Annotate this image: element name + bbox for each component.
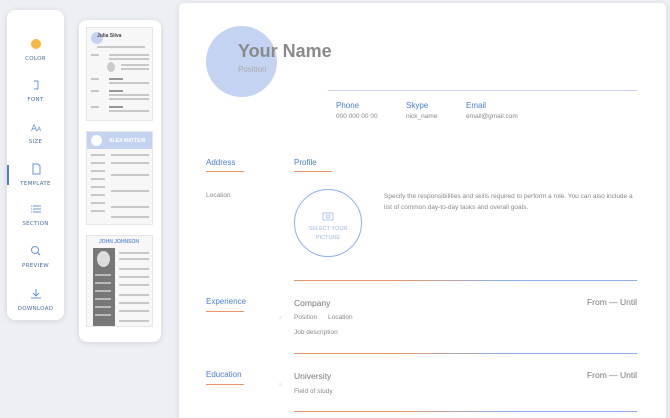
font-tool[interactable]: FONT [7,77,64,113]
size-tool-label: SIZE [28,139,43,145]
experience-underline [206,311,244,312]
resume-position[interactable]: Position [238,65,266,74]
template-tool[interactable]: TEMPLATE [7,161,64,197]
color-tool-label: COLOR [25,56,46,62]
template-thumbnail-john-johnson[interactable]: JOHN JOHNSON [86,235,153,327]
size-icon: AA [31,124,42,134]
preview-tool[interactable]: PREVIEW [7,243,64,279]
experience-position[interactable]: Position [294,314,317,321]
drag-handle[interactable] [279,383,282,386]
download-tool[interactable]: DOWNLOAD [7,286,64,322]
select-picture-line2: PICTURE [315,235,341,241]
download-icon [30,289,41,299]
experience-dates[interactable]: From — Until [587,297,637,307]
size-tool[interactable]: AA SIZE [7,119,64,155]
resume-name[interactable]: Your Name [238,41,332,62]
skype-value[interactable]: nick_name [406,113,437,120]
education-underline [206,384,244,385]
color-dot-icon [30,39,41,49]
preview-icon [30,246,40,256]
skype-label: Skype [406,101,429,110]
profile-description[interactable]: Specify the responsibilities and skills … [384,191,637,213]
section-tool[interactable]: SECTION [7,201,64,237]
template-thumbnail-julia-silva[interactable]: Julia Silva [86,27,153,121]
address-underline [206,171,244,172]
font-tool-label: FONT [27,97,44,103]
experience-location[interactable]: Location [328,314,353,321]
template-tool-label: TEMPLATE [20,181,51,187]
template-icon [32,163,40,175]
experience-divider [294,353,637,354]
svg-text:A: A [37,126,42,133]
education-university[interactable]: University [294,371,331,381]
template-name: JOHN JOHNSON [99,239,140,245]
experience-description[interactable]: Job description [294,329,338,336]
profile-underline [294,171,332,172]
header-divider [328,90,637,91]
font-icon [33,80,38,90]
education-dates[interactable]: From — Until [587,370,637,380]
template-name: ALEX MATTEW [109,138,146,144]
select-picture-button[interactable]: SELECT YOUR PICTURE [294,189,362,257]
education-divider [294,411,637,412]
phone-value[interactable]: 000 000 00 00 [336,113,378,120]
profile-section-title: Profile [294,158,317,167]
phone-label: Phone [336,101,360,110]
color-tool[interactable]: COLOR [7,36,64,72]
experience-company[interactable]: Company [294,298,330,308]
template-panel: Julia Silva ALEX MATTEW JOHN JOHNSON [79,20,161,342]
template-thumbnail-alex-mattew[interactable]: ALEX MATTEW [86,131,153,225]
section-tool-label: SECTION [22,221,49,227]
section-icon [30,205,41,213]
email-label: Email [466,101,487,110]
profile-divider [294,280,637,281]
experience-section-title: Experience [206,297,247,306]
address-value[interactable]: Location [206,192,231,199]
education-field[interactable]: Field of study [294,388,333,395]
template-name: Julia Silva [97,33,122,39]
editor-toolbar: COLOR FONT AA SIZE TEMPLATE SECTION PREV… [7,10,64,320]
select-picture-line1: SELECT YOUR [308,226,348,232]
education-section-title: Education [206,370,242,379]
image-icon [322,212,334,221]
resume-document: Your Name Position Phone 000 000 00 00 S… [179,3,666,418]
download-tool-label: DOWNLOAD [17,306,54,312]
email-value[interactable]: email@gmail.com [466,113,518,120]
drag-handle[interactable] [279,316,282,319]
address-section-title: Address [206,158,236,167]
preview-tool-label: PREVIEW [21,263,49,269]
